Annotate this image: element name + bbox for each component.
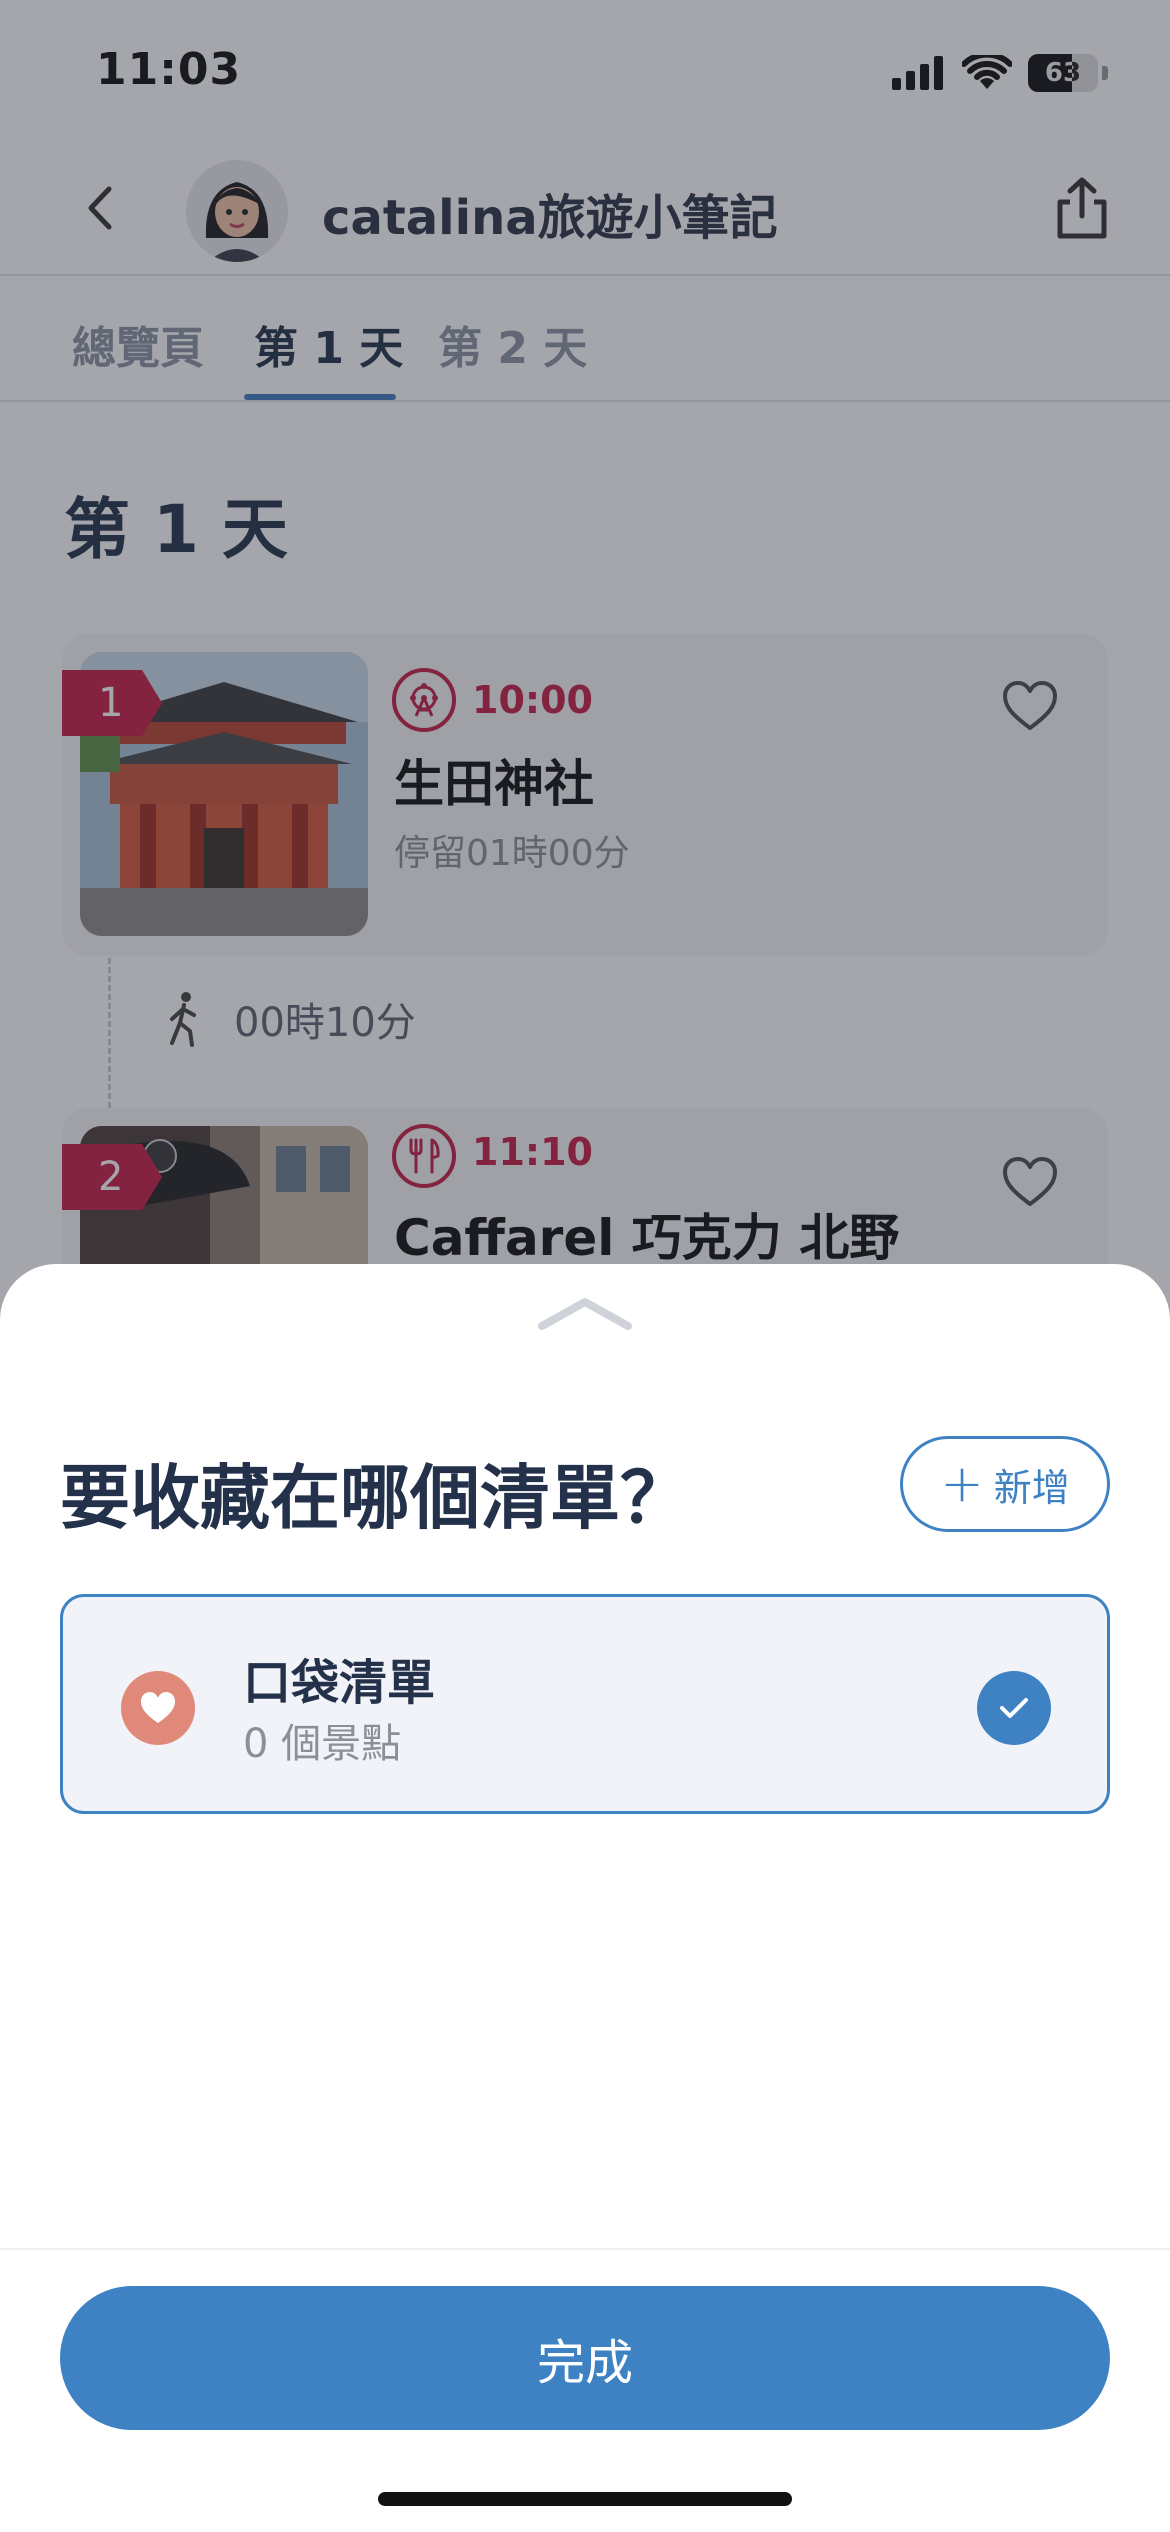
done-button[interactable]: 完成 xyxy=(60,2286,1110,2430)
list-name: 口袋清單 xyxy=(243,1655,436,1711)
list-option[interactable]: 口袋清單 0 個景點 xyxy=(60,1594,1110,1814)
heart-icon xyxy=(121,1671,195,1745)
plus-icon: + xyxy=(940,1454,984,1514)
list-count: 0 個景點 xyxy=(243,1721,402,1767)
sheet-drag-handle[interactable] xyxy=(534,1294,636,1334)
divider xyxy=(0,2248,1170,2250)
screen: 11:03 63 catalina旅遊小筆記 總覽頁 第 1 天 第 2 天 第… xyxy=(0,0,1170,2532)
save-to-list-sheet: 要收藏在哪個清單？ + 新增 口袋清單 0 個景點 完成 xyxy=(0,1264,1170,2532)
checkmark-icon xyxy=(977,1671,1051,1745)
sheet-title: 要收藏在哪個清單？ xyxy=(60,1457,690,1539)
add-list-label: 新增 xyxy=(993,1465,1070,1510)
add-list-button[interactable]: + 新增 xyxy=(900,1436,1110,1532)
home-indicator xyxy=(378,2492,792,2506)
chevron-up-icon xyxy=(538,1298,632,1330)
